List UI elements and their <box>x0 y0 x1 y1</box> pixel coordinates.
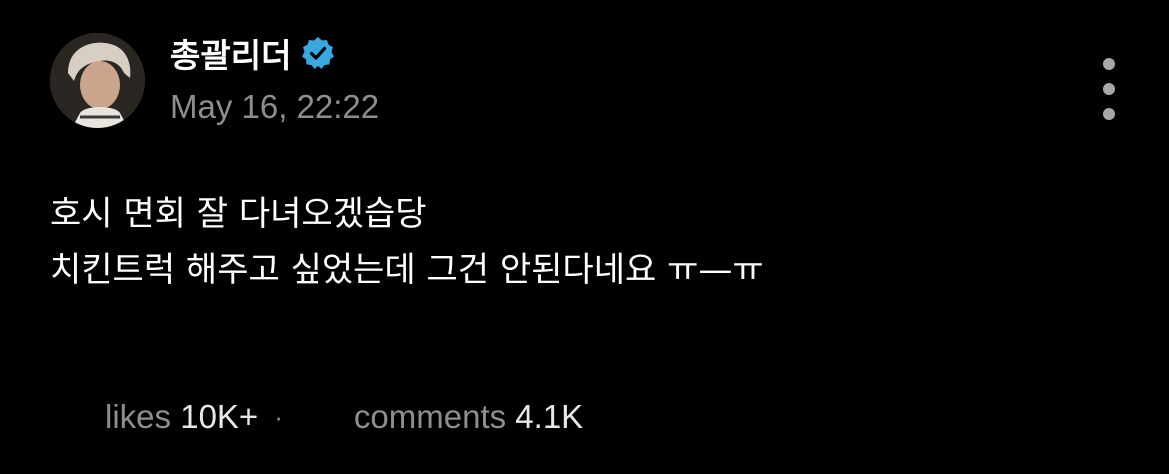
post-card: 총괄리더 May 16, 22:22 호시 면회 잘 다녀오겠습당 치킨트럭 해… <box>0 0 1169 460</box>
post-body-line: 호시 면회 잘 다녀오겠습당 <box>50 194 427 234</box>
author-row: 총괄리더 <box>170 28 335 78</box>
post-body: 호시 면회 잘 다녀오겠습당 치킨트럭 해주고 싶었는데 그건 안된다네요 ㅠ—… <box>50 186 764 298</box>
more-vertical-icon <box>1103 58 1115 70</box>
comments-label: comments <box>353 398 507 435</box>
more-options-button[interactable] <box>1096 58 1122 120</box>
likes-stat[interactable]: likes 10K+ <box>50 360 258 474</box>
more-vertical-icon-dot <box>1103 108 1115 120</box>
stats-separator: · <box>274 401 283 432</box>
likes-count: 10K+ <box>180 398 259 435</box>
avatar-image <box>50 33 145 128</box>
comments-count: 4.1K <box>515 398 584 435</box>
author-name[interactable]: 총괄리더 <box>170 29 291 77</box>
post-stats: likes 10K+ · comments 4.1K <box>50 360 583 474</box>
verified-badge-icon <box>301 36 335 70</box>
post-timestamp: May 16, 22:22 <box>170 88 380 125</box>
likes-label: likes <box>105 398 172 435</box>
post-body-line: 치킨트럭 해주고 싶었는데 그건 안된다네요 ㅠ—ㅠ <box>50 250 764 290</box>
comments-stat[interactable]: comments 4.1K <box>299 360 583 474</box>
author-avatar[interactable] <box>50 33 145 128</box>
more-vertical-icon-dot <box>1103 83 1115 95</box>
